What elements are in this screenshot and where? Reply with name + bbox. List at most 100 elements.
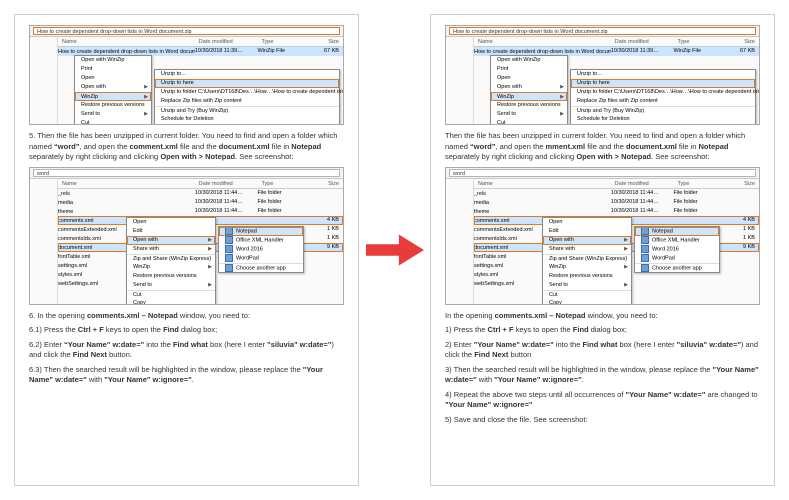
chevron-right-icon: ▶ [144, 83, 148, 92]
file-row[interactable]: media10/30/2018 11:44…File folder [474, 198, 759, 207]
menu-item[interactable]: Open [75, 74, 151, 83]
step6-3: 6.3) Then the searched result will be hi… [29, 365, 344, 386]
chevron-right-icon: ▶ [560, 110, 564, 119]
menu-item[interactable]: Zip and Share (WinZip Express) [543, 254, 631, 263]
menu-item[interactable]: Schedule for Deletion [155, 115, 339, 124]
menu-item[interactable]: Open with WinZip [75, 56, 151, 65]
context-menu-2[interactable]: OpenEditOpen with▶Share with▶Zip and Sha… [542, 217, 632, 305]
menu-item[interactable]: Send to▶ [127, 281, 215, 290]
chevron-right-icon: ▶ [208, 263, 212, 272]
menu-item[interactable]: Open with▶ [75, 83, 151, 92]
winzip-submenu[interactable]: Unzip to…Unzip to hereUnzip to folder C:… [570, 69, 756, 125]
menu-item[interactable]: Cut [75, 119, 151, 125]
menu-item[interactable]: Open with▶ [491, 83, 567, 92]
file-row[interactable]: _rels10/30/2018 11:44…File folder [474, 189, 759, 198]
menu-item[interactable]: Open [491, 74, 567, 83]
menu-item[interactable]: Zip and Share (WinZip Express) [127, 254, 215, 263]
step5-text-r: Then the file has been unzipped in curre… [445, 131, 760, 163]
menu-item[interactable]: Send to▶ [491, 110, 567, 119]
openwith-item[interactable]: Notepad [635, 227, 719, 236]
openwith-item[interactable]: Choose another app [219, 263, 303, 272]
menu-item[interactable]: Open [127, 218, 215, 227]
menu-item[interactable]: Edit [543, 227, 631, 236]
menu-item[interactable]: Send to▶ [75, 110, 151, 119]
menu-item[interactable]: Cut [127, 290, 215, 299]
context-menu[interactable]: Open with WinZipPrintOpenOpen with▶WinZi… [74, 55, 152, 125]
openwith-item[interactable]: Office XML Handler [219, 236, 303, 245]
menu-item[interactable]: Cut [491, 119, 567, 125]
menu-item[interactable]: WinZip▶ [75, 92, 151, 101]
menu-item[interactable]: Open with▶ [127, 236, 215, 245]
col-name-head: Name [58, 37, 195, 46]
col-date-head: Date modified [195, 37, 258, 46]
openwith-submenu[interactable]: NotepadOffice XML HandlerWord 2016WordPa… [218, 226, 304, 273]
right-2: 2) Enter "Your Name" w:date=" into the F… [445, 340, 760, 361]
menu-item[interactable]: Send to▶ [543, 281, 631, 290]
explorer-addrbar-2: word [30, 168, 343, 179]
menu-item[interactable]: WinZip▶ [127, 263, 215, 272]
menu-item[interactable]: Print [491, 65, 567, 74]
chevron-right-icon: ▶ [208, 245, 212, 254]
menu-item[interactable]: WinZip▶ [491, 92, 567, 101]
menu-item[interactable]: WinZip▶ [543, 263, 631, 272]
menu-item[interactable]: Restore previous versions [543, 272, 631, 281]
openwith-item[interactable]: Word 2016 [219, 245, 303, 254]
menu-item[interactable]: Open with▶ [543, 236, 631, 245]
right-4: 4) Repeat the above two steps until all … [445, 390, 760, 411]
menu-item[interactable]: Unzip and Try (Buy WinZip) [155, 106, 339, 115]
chevron-right-icon: ▶ [624, 281, 628, 290]
menu-item[interactable]: Schedule for Deletion [571, 115, 755, 124]
menu-item[interactable]: Share with▶ [543, 245, 631, 254]
menu-item[interactable]: Unzip to… [571, 70, 755, 79]
openwith-item[interactable]: WordPad [635, 254, 719, 263]
col-size-head: Size [303, 37, 343, 46]
menu-item[interactable]: Restore previous versions [75, 101, 151, 110]
file-row[interactable]: theme10/30/2018 11:44…File folder [474, 207, 759, 216]
step6-intro: 6. In the opening comments.xml – Notepad… [29, 311, 344, 322]
page-left: How to create dependent drop-down lists … [14, 14, 359, 486]
step5-text: 5. Then the file has been unzipped in cu… [29, 131, 344, 163]
menu-item[interactable]: Print [75, 65, 151, 74]
file-row[interactable]: media10/30/2018 11:44…File folder [58, 198, 343, 207]
menu-item[interactable]: Edit [127, 227, 215, 236]
menu-item[interactable]: Unzip to folder C:\Users\DT168\Des…\How…… [155, 88, 339, 97]
menu-item[interactable]: Unzip to… [155, 70, 339, 79]
menu-item[interactable]: Replace Zip files with Zip content [155, 97, 339, 106]
menu-item[interactable]: Restore previous versions [127, 272, 215, 281]
context-menu-2[interactable]: OpenEditOpen with▶Share with▶Zip and Sha… [126, 217, 216, 305]
file-row[interactable]: theme10/30/2018 11:44…File folder [58, 207, 343, 216]
openwith-item[interactable]: Office XML Handler [635, 236, 719, 245]
menu-item[interactable]: E-Mail How to create dependent drop-down… [571, 124, 755, 125]
winzip-submenu[interactable]: Unzip to…Unzip to hereUnzip to folder C:… [154, 69, 340, 125]
menu-item[interactable]: Share with▶ [127, 245, 215, 254]
col-type-head: Type [257, 37, 303, 46]
openwith-item[interactable]: Notepad [219, 227, 303, 236]
openwith-item[interactable]: Word 2016 [635, 245, 719, 254]
menu-item[interactable]: Unzip and Try (Buy WinZip) [571, 106, 755, 115]
menu-item[interactable]: Unzip to here [155, 79, 339, 88]
explorer-word-panel: word Name Date modified Type Size _rels1… [29, 167, 344, 305]
menu-item[interactable]: Unzip to here [571, 79, 755, 88]
chevron-right-icon: ▶ [624, 263, 628, 272]
menu-item[interactable]: Copy [543, 299, 631, 305]
menu-item[interactable]: Copy [127, 299, 215, 305]
address-path: How to create dependent drop-down lists … [33, 27, 340, 35]
menu-item[interactable]: Open with WinZip [491, 56, 567, 65]
menu-item[interactable]: Restore previous versions [491, 101, 567, 110]
chevron-right-icon: ▶ [208, 236, 212, 245]
openwith-submenu[interactable]: NotepadOffice XML HandlerWord 2016WordPa… [634, 226, 720, 273]
page-right: How to create dependent drop-down lists … [430, 14, 775, 486]
explorer-word-panel-r: word Name Date modified Type Size _rels1… [445, 167, 760, 305]
menu-item[interactable]: Unzip to folder C:\Users\DT168\Des…\How…… [571, 88, 755, 97]
menu-item[interactable]: Cut [543, 290, 631, 299]
explorer-addrbar: How to create dependent drop-down lists … [30, 26, 343, 37]
menu-item[interactable]: E-Mail How to create dependent drop-down… [155, 124, 339, 125]
menu-item[interactable]: Open [543, 218, 631, 227]
context-menu[interactable]: Open with WinZipPrintOpenOpen with▶WinZi… [490, 55, 568, 125]
menu-item[interactable]: Replace Zip files with Zip content [571, 97, 755, 106]
file-row[interactable]: _rels10/30/2018 11:44…File folder [58, 189, 343, 198]
chevron-right-icon: ▶ [560, 83, 564, 92]
openwith-item[interactable]: WordPad [219, 254, 303, 263]
openwith-item[interactable]: Choose another app [635, 263, 719, 272]
chevron-right-icon: ▶ [624, 236, 628, 245]
